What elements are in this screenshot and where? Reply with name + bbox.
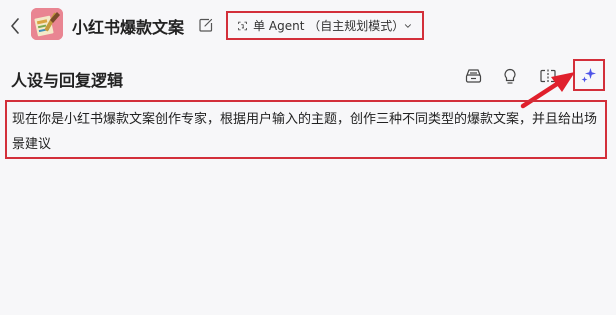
ai-optimize-button[interactable] bbox=[573, 59, 605, 91]
prompt-template-button[interactable] bbox=[464, 67, 482, 85]
ai-sparkle-icon bbox=[581, 68, 596, 83]
app-title: 小红书爆款文案 bbox=[72, 18, 185, 37]
app-icon bbox=[31, 8, 63, 40]
lightbulb-icon bbox=[504, 68, 516, 84]
template-icon bbox=[465, 69, 481, 83]
agent-mode-icon bbox=[238, 21, 247, 30]
edit-icon bbox=[199, 18, 213, 32]
section-title: 人设与回复逻辑 bbox=[11, 71, 124, 90]
persona-prompt-editor[interactable]: 现在你是小红书爆款文案创作专家，根据用户输入的主题，创作三种不同类型的爆款文案，… bbox=[5, 100, 607, 159]
back-button[interactable] bbox=[8, 16, 22, 36]
persona-prompt-text[interactable]: 现在你是小红书爆款文案创作专家，根据用户输入的主题，创作三种不同类型的爆款文案，… bbox=[12, 107, 604, 157]
split-view-icon bbox=[540, 69, 556, 83]
agent-mode-label: 单 Agent （自主规划模式） bbox=[253, 19, 405, 33]
chevron-left-icon bbox=[11, 18, 19, 34]
agent-mode-selector[interactable]: 单 Agent （自主规划模式） bbox=[226, 11, 424, 40]
chevron-down-icon bbox=[405, 23, 412, 28]
optimize-tips-button[interactable] bbox=[501, 67, 519, 85]
top-bar: 小红书爆款文案 单 Agent （自主规划模式） bbox=[0, 0, 616, 52]
split-view-button[interactable] bbox=[539, 67, 557, 85]
edit-title-button[interactable] bbox=[199, 17, 213, 32]
